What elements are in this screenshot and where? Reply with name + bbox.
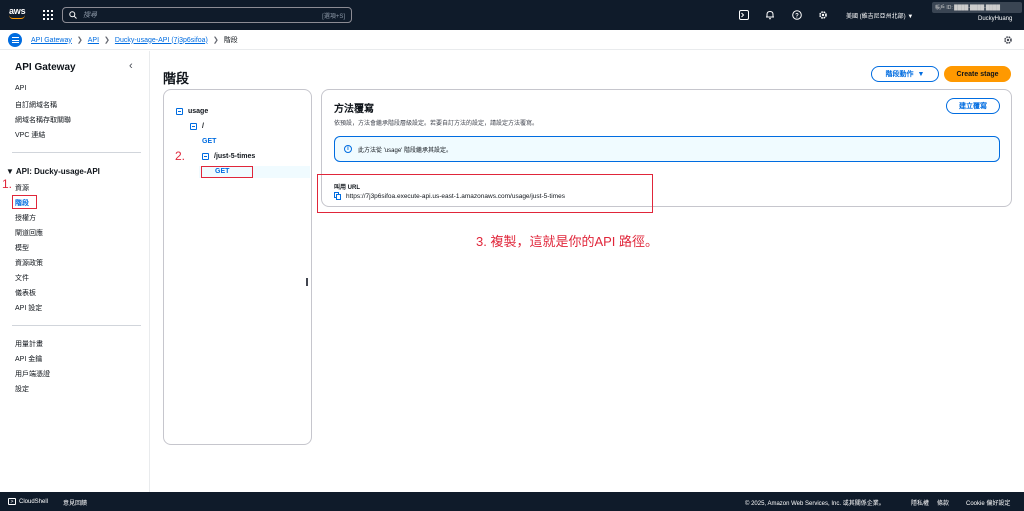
highlight-box xyxy=(201,166,253,178)
sidebar-item-vpc-link[interactable]: VPC 連結 xyxy=(15,130,45,140)
feedback-link[interactable]: 意見回饋 xyxy=(63,498,87,507)
divider xyxy=(12,325,141,326)
search-shortcut: [選項+S] xyxy=(322,14,345,20)
sidebar-item-gateway-responses[interactable]: 閘道回應 xyxy=(15,228,43,238)
sidebar-item-dashboard[interactable]: 儀表板 xyxy=(15,288,36,298)
breadcrumb-api-gateway[interactable]: API Gateway xyxy=(31,37,72,44)
highlight-box xyxy=(317,174,653,213)
annotation-1: 1. xyxy=(2,177,13,191)
page-title: 階段 xyxy=(163,71,190,86)
bell-icon[interactable] xyxy=(764,9,776,21)
cloudshell-icon: > xyxy=(8,498,16,505)
tree-node-root-path[interactable]: / xyxy=(190,123,204,130)
create-stage-button[interactable]: Create stage xyxy=(944,66,1011,82)
chevron-right-icon: ❯ xyxy=(104,37,110,44)
collapse-icon[interactable] xyxy=(202,153,209,160)
tree-node-usage[interactable]: usage xyxy=(176,108,208,115)
cloudshell-icon[interactable] xyxy=(738,9,750,21)
username[interactable]: DuckyHuang xyxy=(978,16,1012,22)
search-icon xyxy=(69,11,77,19)
sidebar-item-models[interactable]: 模型 xyxy=(15,243,29,253)
gear-icon[interactable] xyxy=(817,9,829,21)
account-id: 帳戶 ID: ████-████-████ xyxy=(932,2,1022,13)
resize-handle[interactable] xyxy=(306,278,308,286)
sidebar-item-client-certificates[interactable]: 用戶端憑證 xyxy=(15,369,50,379)
help-icon[interactable]: ? xyxy=(791,9,803,21)
sidebar-item-usage-plans[interactable]: 用量計畫 xyxy=(15,339,43,349)
breadcrumb: API Gateway ❯ API ❯ Ducky-usage-API (7j3… xyxy=(31,35,238,45)
sidebar-section-api[interactable]: ▼ API: Ducky-usage-API xyxy=(6,167,100,176)
terms-link[interactable]: 條款 xyxy=(937,498,949,507)
tree-node-just-5-times[interactable]: /just-5-times xyxy=(202,153,255,160)
annotation-3: 3. 複製，這就是你的API 路徑。 xyxy=(476,234,659,249)
info-icon: i xyxy=(344,145,352,153)
cloudshell-label: CloudShell xyxy=(19,498,49,505)
sidebar-item-settings[interactable]: 設定 xyxy=(15,384,29,394)
caret-down-icon: ▼ xyxy=(6,167,14,176)
tree-node-label: /just-5-times xyxy=(214,153,256,160)
tree-node-label: / xyxy=(202,123,204,130)
divider xyxy=(12,152,141,153)
copyright: © 2025, Amazon Web Services, Inc. 或其關係企業… xyxy=(745,501,885,507)
tree-node-label: usage xyxy=(188,108,209,115)
info-alert: i 此方法從 'usage' 階段繼承其設定。 xyxy=(334,136,1000,162)
chevron-right-icon: ❯ xyxy=(212,37,219,44)
chevron-right-icon: ❯ xyxy=(76,37,83,44)
services-grid-icon[interactable] xyxy=(43,10,53,20)
svg-text:?: ? xyxy=(795,13,799,19)
method-override-title: 方法覆寫 xyxy=(334,104,374,115)
region-selector[interactable]: 美國 (維吉尼亞州北部) ▼ xyxy=(846,11,913,20)
sidebar-item-resources[interactable]: 資源 xyxy=(15,183,29,193)
caret-down-icon: ▼ xyxy=(917,70,925,78)
search-placeholder: 搜尋 xyxy=(83,12,97,19)
sidebar-item-resource-policy[interactable]: 資源政策 xyxy=(15,258,43,268)
menu-icon[interactable] xyxy=(8,33,22,47)
privacy-link[interactable]: 隱私權 xyxy=(911,498,929,507)
stage-actions-button[interactable]: 階段動作 ▼ xyxy=(871,66,939,82)
sidebar-item-custom-domain[interactable]: 自訂網域名稱 xyxy=(15,100,57,110)
sidebar-section-label: API: Ducky-usage-API xyxy=(15,167,100,176)
info-alert-text: 此方法從 'usage' 階段繼承其設定。 xyxy=(358,147,452,154)
resource-tree-panel xyxy=(163,89,312,445)
sidebar-item-authorizers[interactable]: 授權方 xyxy=(15,213,36,223)
breadcrumb-api[interactable]: API xyxy=(88,37,99,44)
cloudshell-button[interactable]: > CloudShell xyxy=(8,498,48,505)
collapse-icon[interactable] xyxy=(176,108,183,115)
sidebar-item-api-settings[interactable]: API 設定 xyxy=(15,303,42,313)
footer: > CloudShell 意見回饋 © 2025, Amazon Web Ser… xyxy=(0,492,1024,511)
cookie-preferences-link[interactable]: Cookie 偏好設定 xyxy=(966,498,1010,507)
breadcrumb-bar: API Gateway ❯ API ❯ Ducky-usage-API (7j3… xyxy=(0,30,1024,50)
collapse-icon[interactable] xyxy=(190,123,197,130)
stage-actions-label: 階段動作 xyxy=(885,71,914,78)
breadcrumb-api-name[interactable]: Ducky-usage-API (7j3p6sifoa) xyxy=(115,37,208,44)
annotation-2: 2. xyxy=(175,149,186,163)
preferences-icon[interactable] xyxy=(1003,35,1013,45)
sidebar-item-domain-access[interactable]: 網域名稱存取關聯 xyxy=(15,115,71,125)
sidebar-title[interactable]: API Gateway xyxy=(15,62,76,73)
tree-method-get[interactable]: GET xyxy=(202,138,216,145)
highlight-box xyxy=(12,195,37,209)
chevron-left-icon[interactable]: ‹ xyxy=(129,60,133,72)
top-navigation: aws 搜尋 [選項+S] ? 美國 (維吉尼亞州北部) ▼ 帳戶 ID: ██… xyxy=(0,0,1024,30)
method-override-description: 依預設，方法會繼承階段層級設定。若要自訂方法的設定，請設定方法覆寫。 xyxy=(334,121,539,127)
sidebar: API Gateway ‹ API 自訂網域名稱 網域名稱存取關聯 VPC 連結… xyxy=(0,51,150,492)
breadcrumb-current: 階段 xyxy=(223,37,238,44)
create-override-button[interactable]: 建立覆寫 xyxy=(946,98,1000,114)
sidebar-item-documentation[interactable]: 文件 xyxy=(15,273,29,283)
search-input[interactable]: 搜尋 [選項+S] xyxy=(62,7,352,23)
sidebar-item-api-keys[interactable]: API 金鑰 xyxy=(15,354,42,364)
sidebar-item-api[interactable]: API xyxy=(15,85,26,92)
aws-logo[interactable]: aws xyxy=(9,7,29,23)
